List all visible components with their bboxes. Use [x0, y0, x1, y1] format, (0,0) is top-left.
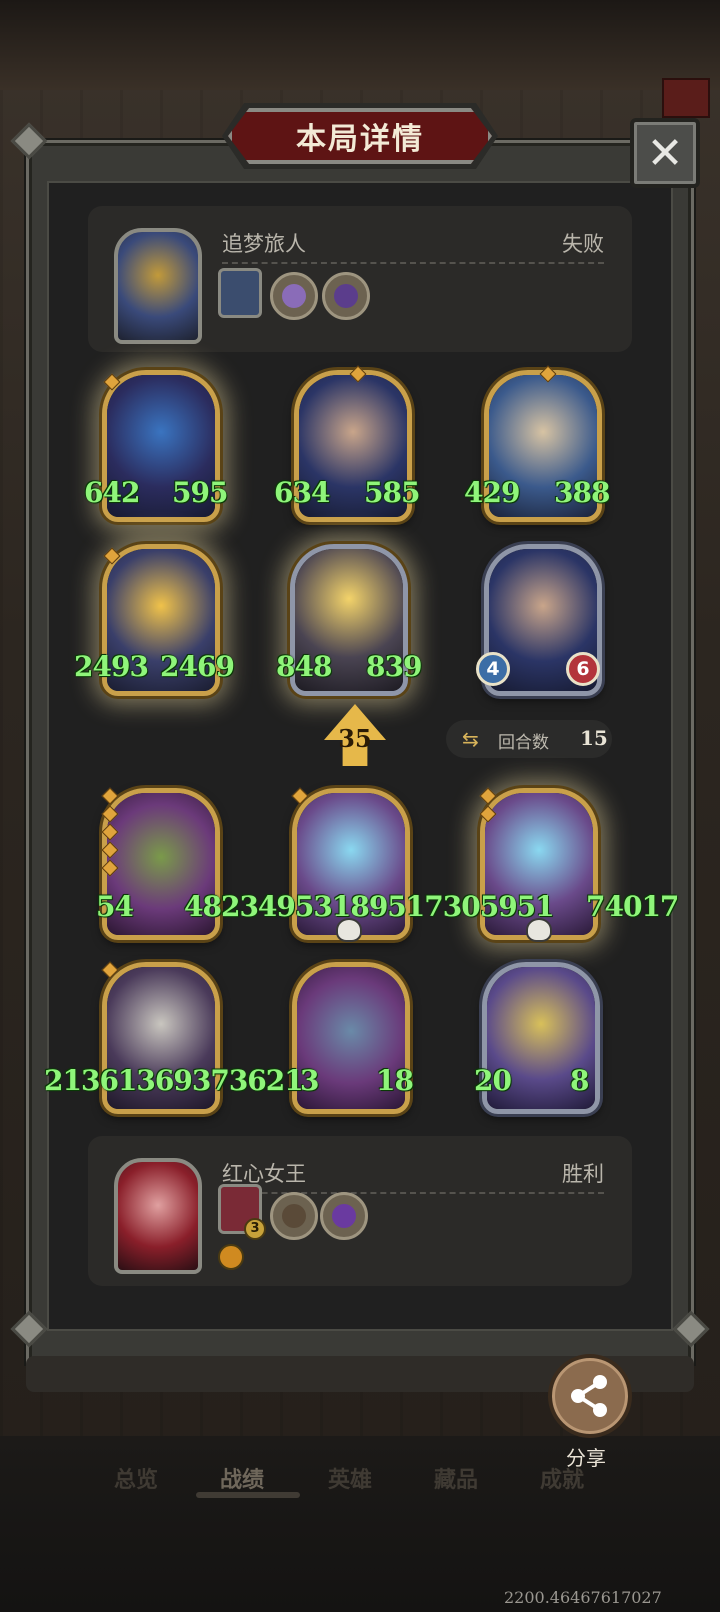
- tab-overview[interactable]: 总览: [114, 1462, 158, 1494]
- coordinate-readout: 2200.46467617027: [504, 1588, 662, 1607]
- health-value: 388: [554, 476, 610, 509]
- opponent-result: 失败: [562, 232, 604, 256]
- title-plate: 本局详情: [228, 108, 492, 164]
- rounds-label: 回合数: [498, 733, 549, 753]
- close-button[interactable]: ✕: [630, 118, 700, 188]
- swap-icon: ⇆: [462, 727, 479, 751]
- health-value: 74017: [586, 890, 679, 923]
- health-value: 2469: [160, 650, 235, 683]
- stat-value: 48234953189517305951: [184, 890, 555, 923]
- attack-value: 3: [300, 1064, 320, 1097]
- health-value: 8: [570, 1064, 590, 1097]
- divider: [222, 1192, 604, 1194]
- attack-value: 634: [274, 476, 330, 509]
- player-avatar[interactable]: [114, 1158, 202, 1274]
- tab-collection[interactable]: 藏品: [434, 1462, 478, 1494]
- buff-icon: [218, 1244, 244, 1270]
- trinket-slot[interactable]: [270, 272, 318, 320]
- rounds-pill: ⇆ 回合数 15: [446, 720, 612, 758]
- hero-power-level-badge: 3: [244, 1218, 266, 1240]
- health-value: 839: [366, 650, 422, 683]
- active-tab-indicator: [196, 1492, 300, 1498]
- ribbon-tag: [662, 78, 710, 118]
- opponent-panel: 追梦旅人 失败: [88, 206, 632, 352]
- health-value: 595: [172, 476, 228, 509]
- dialog-title: 本局详情: [296, 122, 424, 157]
- attack-orb: 4: [476, 652, 510, 686]
- stat-value: 21361369373621: [44, 1064, 304, 1097]
- attack-value: 848: [276, 650, 332, 683]
- health-orb: 6: [566, 652, 600, 686]
- close-icon: ✕: [646, 127, 684, 179]
- attack-value: 54: [96, 890, 134, 923]
- opponent-avatar[interactable]: [114, 228, 202, 344]
- attack-value: 642: [84, 476, 140, 509]
- attack-value: 20: [474, 1064, 512, 1097]
- health-value: 585: [364, 476, 420, 509]
- skull-icon: [336, 918, 362, 942]
- share-icon: [571, 1375, 607, 1417]
- skull-icon: [526, 918, 552, 942]
- attack-value: 429: [464, 476, 520, 509]
- tab-heroes[interactable]: 英雄: [328, 1462, 372, 1494]
- player-panel: 红心女王 胜利 3: [88, 1136, 632, 1286]
- opponent-name: 追梦旅人: [222, 232, 306, 256]
- damage-value: 35: [338, 724, 372, 753]
- share-button[interactable]: [548, 1354, 632, 1438]
- trinket-slot[interactable]: [322, 272, 370, 320]
- trinket-slot[interactable]: [270, 1192, 318, 1240]
- wood-top-beam: [0, 0, 720, 90]
- rounds-value: 15: [580, 726, 608, 750]
- health-value: 18: [376, 1064, 414, 1097]
- player-result: 胜利: [562, 1162, 604, 1186]
- attack-value: 2493: [74, 650, 149, 683]
- trinket-slot[interactable]: [320, 1192, 368, 1240]
- divider: [222, 262, 604, 264]
- hero-power-slot[interactable]: [218, 268, 262, 318]
- share-label: 分享: [566, 1446, 606, 1470]
- tab-records[interactable]: 战绩: [220, 1462, 264, 1494]
